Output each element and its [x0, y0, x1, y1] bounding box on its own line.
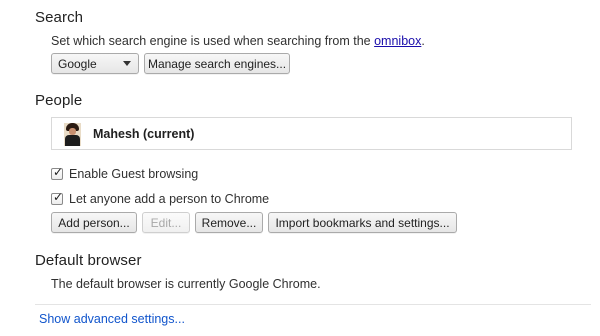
add-person-button[interactable]: Add person... — [51, 212, 137, 233]
search-description-suffix: . — [421, 34, 425, 48]
search-description-text: Set which search engine is used when sea… — [51, 34, 375, 48]
import-bookmarks-button[interactable]: Import bookmarks and settings... — [268, 212, 457, 233]
checkmark-icon: ✓ — [53, 165, 64, 179]
checkmark-icon: ✓ — [53, 190, 64, 204]
anyone-add-person-checkbox[interactable]: ✓ — [51, 190, 64, 205]
avatar — [64, 123, 81, 146]
show-advanced-settings-link[interactable]: Show advanced settings... — [39, 312, 185, 326]
search-description: Set which search engine is used when sea… — [51, 34, 425, 48]
guest-browsing-checkbox[interactable]: ✓ — [51, 165, 64, 180]
default-browser-status: The default browser is currently Google … — [51, 277, 321, 291]
edit-person-button[interactable]: Edit... — [142, 212, 190, 233]
people-section-title: People — [35, 92, 83, 109]
search-engine-value: Google — [58, 56, 97, 71]
default-browser-section-title: Default browser — [35, 252, 142, 269]
guest-browsing-label: Enable Guest browsing — [69, 167, 199, 181]
anyone-add-person-label: Let anyone add a person to Chrome — [69, 192, 270, 206]
remove-person-button[interactable]: Remove... — [195, 212, 263, 233]
profile-list: Mahesh (current) — [51, 117, 572, 150]
profile-name: Mahesh (current) — [93, 127, 195, 141]
divider — [35, 304, 591, 305]
chevron-down-icon — [123, 61, 131, 66]
omnibox-link[interactable]: omnibox — [374, 34, 421, 48]
search-section-title: Search — [35, 9, 84, 26]
search-engine-select[interactable]: Google — [51, 53, 139, 74]
manage-search-engines-button[interactable]: Manage search engines... — [144, 53, 290, 74]
